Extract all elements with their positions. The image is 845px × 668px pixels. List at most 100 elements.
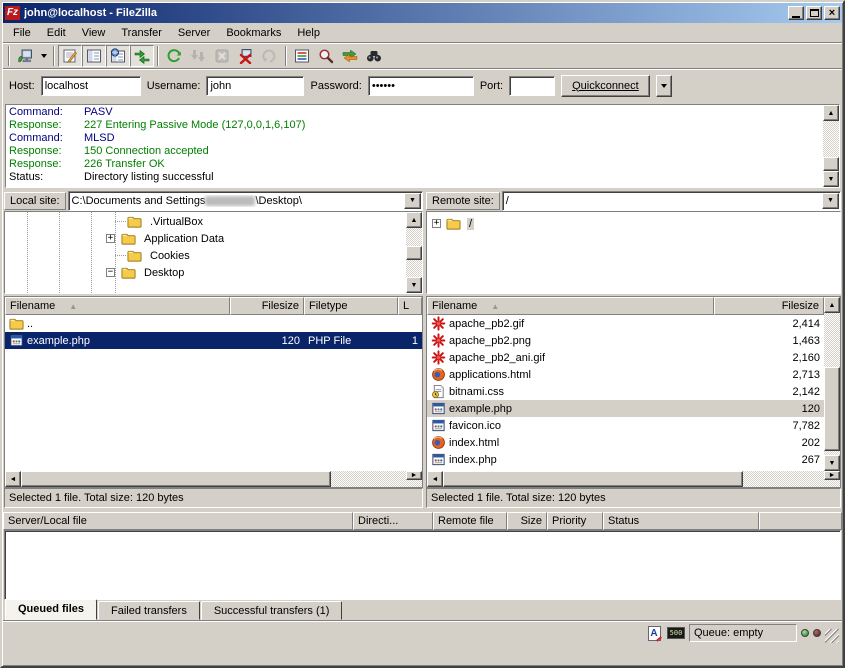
scroll-right-button[interactable]: ► (406, 471, 422, 480)
site-manager-button[interactable] (13, 45, 37, 67)
column-status[interactable]: Status (603, 512, 759, 530)
port-input[interactable] (509, 76, 555, 96)
menu-file[interactable]: File (5, 25, 39, 41)
expand-icon[interactable]: + (106, 234, 115, 243)
column-filetype[interactable]: Filetype (304, 297, 398, 315)
local-site-combobox[interactable]: C:\Documents and Settings\Desktop\ ▼ (68, 191, 423, 211)
column-lastmodified[interactable]: L (398, 297, 422, 315)
local-tree-scrollbar[interactable]: ▲ ▼ (406, 212, 422, 293)
tab-successful-transfers[interactable]: Successful transfers (1) (201, 601, 343, 620)
file-row[interactable]: bitnami.css2,142 (427, 383, 824, 400)
toolbar-separator (285, 46, 287, 66)
username-input[interactable] (206, 76, 304, 96)
menu-bookmarks[interactable]: Bookmarks (218, 25, 289, 41)
menu-help[interactable]: Help (289, 25, 328, 41)
column-size[interactable]: Size (507, 512, 547, 530)
file-row[interactable]: index.html202 (427, 434, 824, 451)
remote-list-scrollbar[interactable]: ▲ ▼ (824, 297, 840, 471)
file-size: 2,414 (714, 315, 824, 332)
folder-icon (127, 214, 142, 229)
menu-view[interactable]: View (74, 25, 114, 41)
remote-site-combobox[interactable]: / ▼ (502, 191, 841, 211)
tab-failed-transfers[interactable]: Failed transfers (98, 601, 200, 620)
directory-comparison-button[interactable] (314, 45, 338, 67)
quickconnect-dropdown[interactable] (656, 75, 672, 97)
dropdown-button[interactable]: ▼ (822, 193, 839, 209)
filter-button[interactable] (290, 45, 314, 67)
scroll-up-button[interactable]: ▲ (824, 297, 840, 313)
local-list-hscrollbar[interactable]: ◄ ► (5, 471, 422, 487)
menu-transfer[interactable]: Transfer (113, 25, 170, 41)
tree-item[interactable]: + Application Data (106, 230, 226, 247)
resize-grip-icon[interactable] (825, 629, 839, 643)
send-activity-led (801, 629, 809, 637)
minimize-button[interactable] (788, 6, 804, 20)
scroll-down-button[interactable]: ▼ (823, 171, 839, 187)
reconnect-button[interactable] (258, 45, 282, 67)
transfer-type-icon[interactable]: A (645, 625, 663, 641)
scroll-right-button[interactable]: ► (824, 471, 840, 480)
file-row-selected[interactable]: example.php120 (427, 400, 824, 417)
toggle-queue-button[interactable] (130, 45, 154, 67)
scroll-up-button[interactable]: ▲ (406, 212, 422, 228)
host-input[interactable] (41, 76, 141, 96)
column-remote-file[interactable]: Remote file (433, 512, 507, 530)
column-direction[interactable]: Directi... (353, 512, 433, 530)
scroll-left-button[interactable]: ◄ (5, 471, 21, 487)
scroll-down-button[interactable]: ▼ (406, 277, 422, 293)
process-queue-button[interactable] (186, 45, 210, 67)
scroll-down-button[interactable]: ▼ (824, 455, 840, 471)
tree-item[interactable]: + / (432, 215, 474, 232)
tree-item[interactable]: Cookies (127, 247, 192, 264)
file-row[interactable]: apache_pb2.gif2,414 (427, 315, 824, 332)
file-row[interactable]: applications.html2,713 (427, 366, 824, 383)
folder-icon (127, 248, 142, 263)
scroll-thumb[interactable] (823, 157, 839, 171)
cancel-button[interactable] (210, 45, 234, 67)
tab-queued-files[interactable]: Queued files (5, 599, 97, 620)
site-manager-dropdown[interactable] (37, 45, 50, 67)
scroll-thumb[interactable] (21, 471, 331, 487)
scroll-thumb[interactable] (443, 471, 743, 487)
scroll-up-button[interactable]: ▲ (823, 105, 839, 121)
column-filesize[interactable]: Filesize (230, 297, 304, 315)
file-row[interactable]: apache_pb2_ani.gif2,160 (427, 349, 824, 366)
password-input[interactable] (368, 76, 474, 96)
file-row[interactable]: .. (5, 315, 422, 332)
column-server-local-file[interactable]: Server/Local file (3, 512, 353, 530)
file-row[interactable]: favicon.ico7,782 (427, 417, 824, 434)
column-priority[interactable]: Priority (547, 512, 603, 530)
expand-icon[interactable]: + (432, 219, 441, 228)
scroll-left-button[interactable]: ◄ (427, 471, 443, 487)
dropdown-button[interactable]: ▼ (404, 193, 421, 209)
maximize-button[interactable] (806, 6, 822, 20)
scroll-thumb[interactable] (406, 246, 422, 260)
close-button[interactable]: × (824, 6, 840, 20)
synchronized-browsing-button[interactable] (338, 45, 362, 67)
status-bar: A 500 Queue: empty (3, 621, 842, 645)
quickconnect-button[interactable]: Quickconnect (561, 75, 650, 97)
toggle-local-tree-button[interactable] (82, 45, 106, 67)
toggle-message-log-button[interactable] (58, 45, 82, 67)
file-row[interactable]: apache_pb2.png1,463 (427, 332, 824, 349)
scroll-thumb[interactable] (824, 367, 840, 451)
collapse-icon[interactable]: − (106, 268, 115, 277)
remote-list-hscrollbar[interactable]: ◄ ► (427, 471, 840, 487)
log-scrollbar[interactable]: ▲ ▼ (823, 105, 839, 187)
disconnect-button[interactable] (234, 45, 258, 67)
menu-edit[interactable]: Edit (39, 25, 74, 41)
speed-limit-icon[interactable]: 500 (667, 625, 685, 641)
toggle-remote-tree-button[interactable] (106, 45, 130, 67)
refresh-button[interactable] (162, 45, 186, 67)
queue-tabs: Queued files Failed transfers Successful… (3, 600, 842, 621)
tree-item[interactable]: − Desktop (106, 264, 186, 281)
file-row-selected[interactable]: example.php 120 PHP File 1 (5, 332, 422, 349)
menu-server[interactable]: Server (170, 25, 218, 41)
log-lines: Command:PASV Response:227 Entering Passi… (6, 105, 823, 187)
file-row[interactable]: index.php267 (427, 451, 824, 468)
column-filename[interactable]: Filename▲ (427, 297, 714, 315)
find-files-button[interactable] (362, 45, 386, 67)
tree-item[interactable]: .VirtualBox (127, 213, 205, 230)
column-filename[interactable]: Filename▲ (5, 297, 230, 315)
column-filesize[interactable]: Filesize (714, 297, 824, 315)
